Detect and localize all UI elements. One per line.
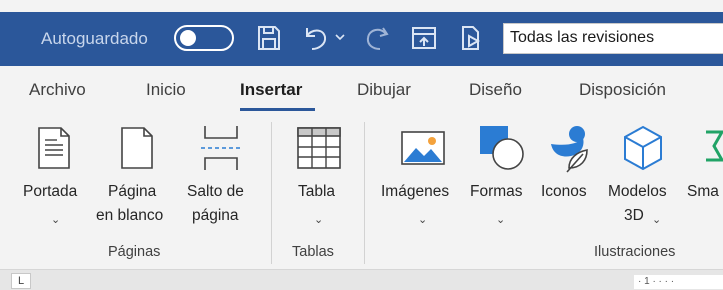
page-break-button[interactable]: Salto de página	[184, 114, 260, 234]
tab-archivo[interactable]: Archivo	[29, 80, 86, 100]
chevron-down-icon: ⌄	[314, 214, 324, 226]
group-label-tablas: Tablas	[292, 244, 334, 260]
toggle-knob	[180, 30, 196, 46]
ribbon-tabs: Archivo Inicio Insertar Dibujar Diseño D…	[0, 66, 723, 114]
page-break-label-2: página	[192, 207, 239, 224]
chevron-down-icon: ⌄	[418, 214, 428, 226]
tab-disposicion[interactable]: Disposición	[579, 80, 666, 100]
active-tab-indicator	[240, 108, 315, 111]
tab-inicio[interactable]: Inicio	[146, 80, 186, 100]
tab-diseno[interactable]: Diseño	[469, 80, 522, 100]
page-break-icon	[199, 124, 243, 179]
cube-icon	[621, 124, 665, 179]
table-label: Tabla	[298, 183, 336, 200]
blank-page-button[interactable]: Página en blanco	[96, 114, 182, 234]
redo-icon[interactable]	[363, 24, 391, 52]
shapes-button[interactable]: Formas ⌄	[468, 114, 534, 234]
portada-label: Portada	[23, 183, 78, 200]
undo-icon[interactable]	[301, 24, 329, 52]
group-label-paginas: Páginas	[108, 244, 161, 260]
image-icon	[400, 130, 446, 173]
images-label: Imágenes	[381, 183, 450, 200]
portada-button[interactable]: Portada ⌄	[20, 114, 92, 234]
autosave-label: Autoguardado	[41, 29, 148, 48]
group-separator	[364, 122, 365, 264]
smartart-label: Sma	[687, 183, 719, 200]
present-icon[interactable]	[410, 24, 438, 52]
tab-dibujar[interactable]: Dibujar	[357, 80, 411, 100]
smartart-button[interactable]: Sma	[686, 114, 723, 234]
chevron-down-icon: ⌄	[652, 214, 662, 226]
document-area-top: L · 1 · · · ·	[0, 269, 723, 290]
shapes-icon	[478, 124, 528, 179]
blank-page-label-1: Página	[108, 183, 157, 200]
blank-page-label-2: en blanco	[96, 207, 164, 224]
cover-page-icon	[37, 126, 71, 177]
smartart-icon	[704, 128, 723, 175]
horizontal-ruler[interactable]: · 1 · · · ·	[634, 275, 723, 289]
ribbon-insertar: Portada ⌄ Página en blanco Salto de pági…	[0, 114, 723, 269]
chevron-down-icon: ⌄	[51, 214, 61, 226]
tab-insertar[interactable]: Insertar	[240, 80, 302, 100]
icons-icon	[547, 124, 593, 181]
group-separator	[271, 122, 272, 264]
3d-models-button[interactable]: Modelos 3D ⌄	[604, 114, 684, 234]
icons-label: Iconos	[541, 183, 587, 200]
table-button[interactable]: Tabla ⌄	[284, 114, 354, 234]
3d-models-label-2: 3D	[624, 207, 644, 224]
ruler-tab-selector[interactable]: L	[11, 273, 31, 289]
autosave-toggle[interactable]	[174, 25, 234, 51]
undo-dropdown-icon[interactable]	[334, 32, 346, 42]
chevron-down-icon: ⌄	[496, 214, 506, 226]
title-bar: Autoguardado Todas las revisiones	[0, 12, 723, 66]
icons-button[interactable]: Iconos	[538, 114, 602, 234]
images-button[interactable]: Imágenes ⌄	[380, 114, 466, 234]
blank-page-icon	[120, 126, 154, 177]
table-icon	[296, 126, 342, 177]
shapes-label: Formas	[470, 183, 523, 200]
group-label-ilustraciones: Ilustraciones	[594, 244, 676, 260]
3d-models-label-1: Modelos	[608, 183, 667, 200]
read-mode-icon[interactable]	[458, 24, 484, 52]
save-icon[interactable]	[256, 24, 282, 52]
page-break-label-1: Salto de	[187, 183, 244, 200]
revisions-dropdown[interactable]: Todas las revisiones	[503, 23, 723, 54]
